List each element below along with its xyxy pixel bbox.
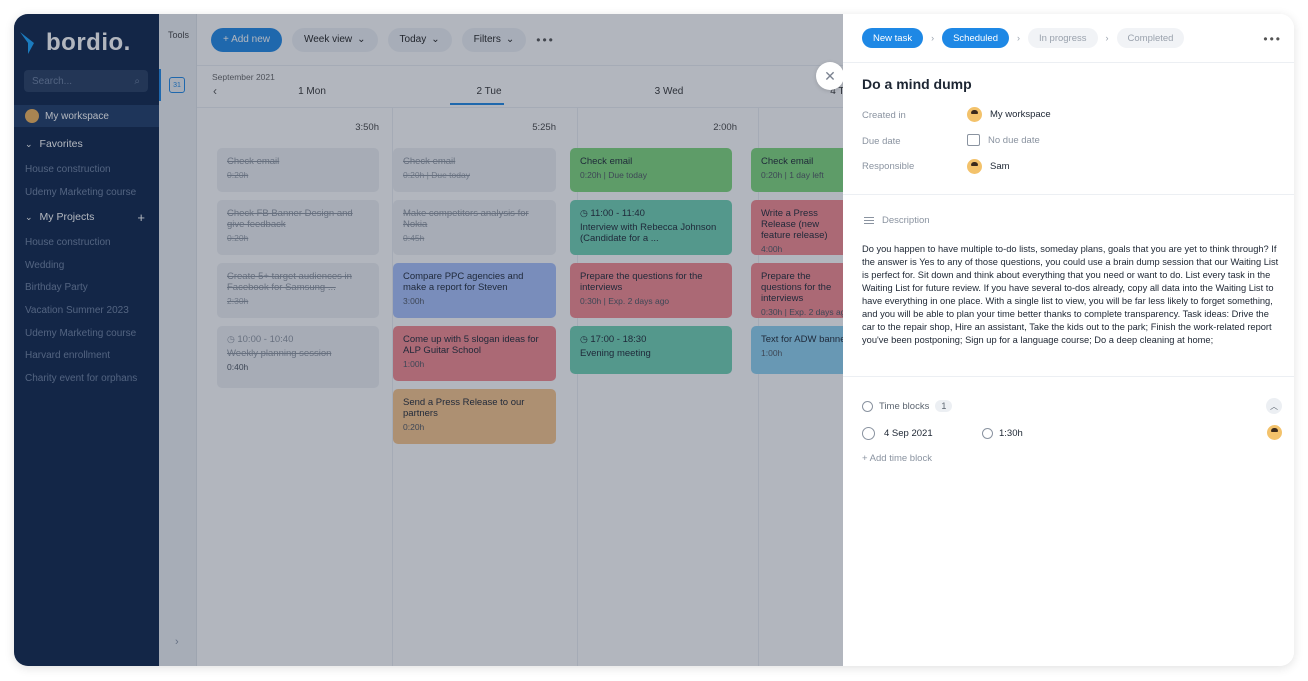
responsible-value[interactable]: Sam [967, 159, 1010, 174]
divider [843, 376, 1294, 377]
status-stepper: New task › Scheduled › In progress › Com… [862, 28, 1185, 48]
status-step-scheduled[interactable]: Scheduled [942, 28, 1009, 48]
divider [843, 62, 1294, 63]
clock-icon [982, 427, 993, 439]
time-blocks-header: Time blocks 1 [862, 400, 953, 412]
time-block-duration: 1:30h [982, 427, 1023, 439]
chevron-right-icon: › [1105, 33, 1109, 43]
time-block-date: 4 Sep 2021 [884, 427, 933, 439]
avatar [967, 159, 982, 174]
time-block-row[interactable]: 4 Sep 2021 1:30h [862, 425, 1282, 441]
text-lines-icon [864, 217, 874, 224]
modal-backdrop[interactable] [14, 14, 843, 666]
responsible-label: Responsible [862, 161, 915, 172]
avatar [967, 107, 982, 122]
add-time-block-button[interactable]: + Add time block [862, 453, 932, 464]
more-options-icon[interactable]: ••• [1263, 32, 1282, 46]
status-step-in-progress[interactable]: In progress [1027, 28, 1098, 48]
calendar-icon [967, 134, 980, 146]
task-detail-panel: New task › Scheduled › In progress › Com… [843, 14, 1294, 666]
created-in-value[interactable]: My workspace [967, 107, 1051, 122]
time-block-checkbox[interactable] [862, 426, 875, 440]
created-in-label: Created in [862, 110, 906, 121]
count-badge: 1 [935, 400, 953, 412]
clock-icon [862, 400, 873, 412]
description-text[interactable]: Do you happen to have multiple to-do lis… [862, 243, 1282, 347]
avatar [1267, 425, 1282, 440]
chevron-right-icon: › [1016, 33, 1020, 43]
due-date-label: Due date [862, 136, 901, 147]
description-header: Description [864, 215, 930, 226]
chevron-up-icon[interactable]: ︿ [1266, 398, 1282, 414]
app-window: bordio. Search... ⌕ My workspace ⌄ Favor… [14, 14, 1294, 666]
status-step-new[interactable]: New task [862, 28, 924, 48]
close-icon[interactable]: ✕ [816, 62, 844, 90]
chevron-right-icon: › [931, 33, 935, 43]
due-date-value[interactable]: No due date [967, 134, 1040, 146]
task-title[interactable]: Do a mind dump [862, 76, 972, 92]
divider [843, 194, 1294, 195]
status-step-completed[interactable]: Completed [1116, 28, 1185, 48]
